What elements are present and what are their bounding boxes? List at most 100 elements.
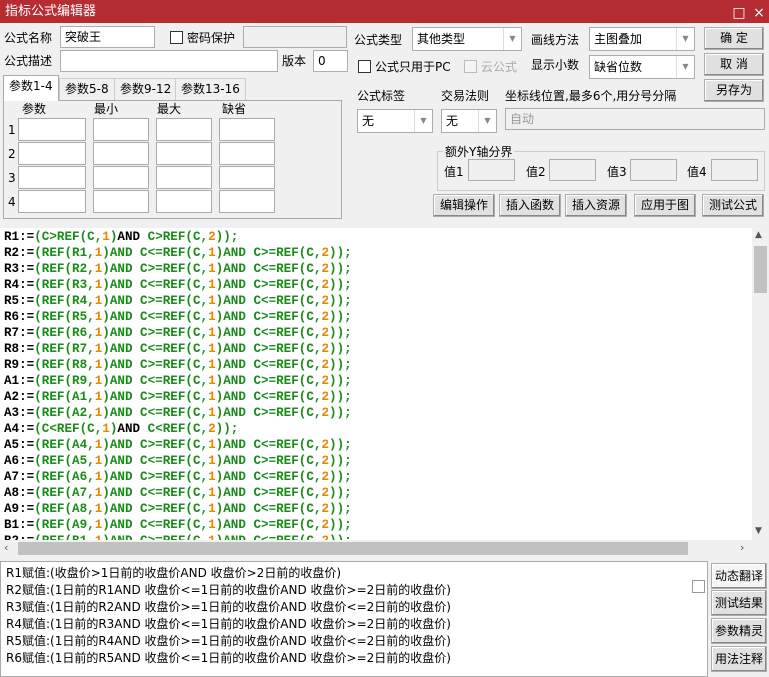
close-icon[interactable]: × [749,2,769,25]
apply-to-chart-button[interactable]: 应用于图 [634,194,696,217]
password-label: 密码保护 [187,31,236,45]
scroll-thumb-h[interactable] [18,542,688,555]
code-editor[interactable]: R1:=(C>REF(C,1)AND C>REF(C,2)); R2:=(REF(… [0,228,752,540]
value4-input[interactable] [711,159,758,181]
insert-resource-button[interactable]: 插入资源 [565,194,627,217]
code-token: ) [329,278,337,292]
param-cell-min[interactable] [93,166,149,189]
edit-ops-button[interactable]: 编辑操作 [433,194,495,217]
param-cell-max[interactable] [156,166,212,189]
code-token: (C>REF(C [34,230,95,244]
code-token: ) [329,374,337,388]
code-token: ) [329,358,337,372]
param-cell-default[interactable] [219,118,275,141]
code-token: AND C>=REF(C [223,406,314,420]
param-cell-min[interactable] [93,142,149,165]
param-cell-name[interactable] [18,166,86,189]
draw-select[interactable]: 主图叠加 ▼ [589,27,695,51]
param-cell-max[interactable] [156,118,212,141]
tab-params-9-12[interactable]: 参数9-12 [114,78,178,100]
test-formula-button[interactable]: 测试公式 [702,194,764,217]
code-line: R9:=(REF(R8,1)AND C>=REF(C,1)AND C<=REF(… [4,357,752,373]
param-row-number: 1 [8,123,16,137]
code-token: ); [336,374,352,388]
param-cell-name[interactable] [18,190,86,213]
code-line: A2:=(REF(A1,1)AND C>=REF(C,1)AND C<=REF(… [4,389,752,405]
output-checkbox[interactable] [692,580,705,593]
insert-function-button[interactable]: 插入函数 [499,194,561,217]
tab-params-1-4[interactable]: 参数1-4 [3,75,59,101]
value1-input[interactable] [468,159,515,181]
param-wizard-button[interactable]: 参数精灵 [711,618,767,644]
param-cell-default[interactable] [219,142,275,165]
code-token: ); [336,486,352,500]
code-token: , [87,518,95,532]
scroll-up-icon[interactable]: ▲ [755,230,762,240]
code-token: , [200,438,209,452]
vertical-scrollbar[interactable]: ▲ ▼ [752,228,769,540]
code-token: AND [117,230,141,244]
password-checkbox[interactable] [170,31,183,44]
code-line: A4:=(C<REF(C,1)AND C<REF(C,2)); [4,421,752,437]
tag-select[interactable]: 无 ▼ [357,109,433,133]
desc-label: 公式描述 [4,54,53,68]
scroll-thumb[interactable] [754,246,767,293]
code-token: 1 [208,406,216,420]
ok-button[interactable]: 确 定 [704,27,764,50]
cloud-checkbox[interactable] [464,60,477,73]
code-line: R1:=(C>REF(C,1)AND C>REF(C,2)); [4,229,752,245]
dynamic-translate-button[interactable]: 动态翻译 [711,563,767,589]
code-token: R2:= [4,246,35,260]
code-token: 2 [321,246,330,260]
code-token: , [200,486,209,500]
code-token: R3:= [4,262,35,276]
code-token: ) [102,470,110,484]
param-cell-name[interactable] [18,118,86,141]
tag-label: 公式标签 [357,89,406,103]
code-line: R8:=(REF(R7,1)AND C<=REF(C,1)AND C>=REF(… [4,341,752,357]
code-token: ) [329,406,337,420]
param-cell-default[interactable] [219,190,275,213]
scroll-down-icon[interactable]: ▼ [755,526,762,536]
cancel-button[interactable]: 取 消 [704,53,764,76]
param-cell-default[interactable] [219,166,275,189]
test-result-button[interactable]: 测试结果 [711,590,767,616]
code-token: , [200,358,209,372]
code-token: AND C>=REF(C [109,294,201,308]
password-input[interactable] [243,26,347,48]
code-token: 1 [208,518,216,532]
scroll-right-icon[interactable]: › [740,541,744,554]
code-line: A1:=(REF(R9,1)AND C<=REF(C,1)AND C>=REF(… [4,373,752,389]
param-cell-min[interactable] [93,190,149,213]
code-token: ) [329,454,337,468]
usage-notes-button[interactable]: 用法注释 [711,646,767,672]
code-token: ); [336,246,352,260]
desc-input[interactable] [60,50,278,72]
tab-params-5-8[interactable]: 参数5-8 [59,78,115,100]
code-token: AND [117,422,141,436]
code-token: 2 [321,454,330,468]
param-cell-min[interactable] [93,118,149,141]
pc-only-checkbox[interactable] [358,60,371,73]
code-token: ) [329,310,337,324]
param-cell-max[interactable] [156,142,212,165]
name-input[interactable]: 突破王 [60,26,155,48]
value2-input[interactable] [549,159,596,181]
axis-input[interactable]: 自动 [505,108,765,130]
code-token: ) [329,246,337,260]
trade-value: 无 [446,114,459,128]
param-cell-name[interactable] [18,142,86,165]
save-as-button[interactable]: 另存为 [704,79,764,102]
code-token: A2:= [4,390,35,404]
maximize-icon[interactable]: □ [729,2,749,25]
tab-params-13-16[interactable]: 参数13-16 [175,78,246,100]
scroll-left-icon[interactable]: ‹ [4,541,8,554]
type-select[interactable]: 其他类型 ▼ [412,27,522,51]
version-input[interactable]: 0 [313,50,348,72]
param-cell-max[interactable] [156,190,212,213]
code-token: ) [102,390,110,404]
decimals-select[interactable]: 缺省位数 ▼ [589,55,695,79]
horizontal-scrollbar[interactable]: ‹ › [0,540,752,557]
trade-select[interactable]: 无 ▼ [441,109,497,133]
value3-input[interactable] [630,159,677,181]
